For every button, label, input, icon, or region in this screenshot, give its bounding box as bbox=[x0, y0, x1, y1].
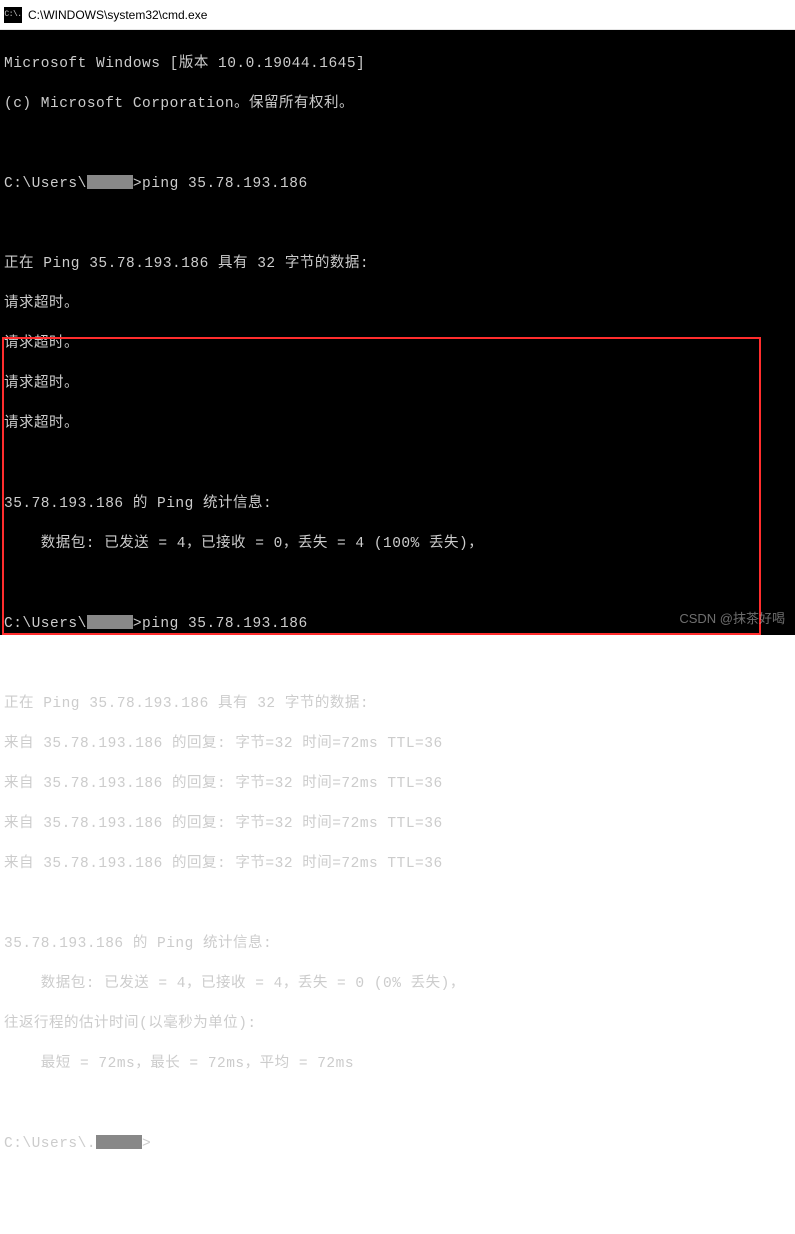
blank-line bbox=[4, 214, 795, 234]
cmd-icon: C:\. bbox=[4, 7, 22, 23]
blank-line bbox=[4, 1094, 795, 1114]
ping-stats-header-1: 35.78.193.186 的 Ping 统计信息: bbox=[4, 494, 795, 514]
version-line: Microsoft Windows [版本 10.0.19044.1645] bbox=[4, 54, 795, 74]
prompt-line-2: C:\Users\>ping 35.78.193.186 bbox=[4, 614, 795, 634]
blank-line bbox=[4, 894, 795, 914]
watermark: CSDN @抹茶好喝 bbox=[679, 609, 785, 629]
ping-stats-header-2: 35.78.193.186 的 Ping 统计信息: bbox=[4, 934, 795, 954]
window-title: C:\WINDOWS\system32\cmd.exe bbox=[28, 8, 207, 22]
redacted-username bbox=[87, 615, 133, 629]
blank-line bbox=[4, 574, 795, 594]
cmd-window: C:\. C:\WINDOWS\system32\cmd.exe Microso… bbox=[0, 0, 795, 635]
titlebar[interactable]: C:\. C:\WINDOWS\system32\cmd.exe bbox=[0, 0, 795, 30]
ping-reply: 来自 35.78.193.186 的回复: 字节=32 时间=72ms TTL=… bbox=[4, 814, 795, 834]
ping-stats-rtt-header: 往返行程的估计时间(以毫秒为单位): bbox=[4, 1014, 795, 1034]
ping-stats-rtt-values: 最短 = 72ms，最长 = 72ms，平均 = 72ms bbox=[4, 1054, 795, 1074]
prompt-line-1: C:\Users\>ping 35.78.193.186 bbox=[4, 174, 795, 194]
ping-timeout: 请求超时。 bbox=[4, 374, 795, 394]
ping-reply: 来自 35.78.193.186 的回复: 字节=32 时间=72ms TTL=… bbox=[4, 774, 795, 794]
ping-header-2: 正在 Ping 35.78.193.186 具有 32 字节的数据: bbox=[4, 694, 795, 714]
copyright-line: (c) Microsoft Corporation。保留所有权利。 bbox=[4, 94, 795, 114]
blank-line bbox=[4, 654, 795, 674]
ping-timeout: 请求超时。 bbox=[4, 414, 795, 434]
blank-line bbox=[4, 454, 795, 474]
ping-stats-packets-1: 数据包: 已发送 = 4，已接收 = 0，丢失 = 4 (100% 丢失)， bbox=[4, 534, 795, 554]
ping-timeout: 请求超时。 bbox=[4, 334, 795, 354]
ping-timeout: 请求超时。 bbox=[4, 294, 795, 314]
ping-reply: 来自 35.78.193.186 的回复: 字节=32 时间=72ms TTL=… bbox=[4, 734, 795, 754]
redacted-username bbox=[87, 175, 133, 189]
terminal-output[interactable]: Microsoft Windows [版本 10.0.19044.1645] (… bbox=[0, 30, 795, 635]
ping-stats-packets-2: 数据包: 已发送 = 4，已接收 = 4，丢失 = 0 (0% 丢失)， bbox=[4, 974, 795, 994]
ping-header-1: 正在 Ping 35.78.193.186 具有 32 字节的数据: bbox=[4, 254, 795, 274]
prompt-line-3: C:\Users\.> bbox=[4, 1134, 795, 1154]
redacted-username bbox=[96, 1135, 142, 1149]
blank-line bbox=[4, 134, 795, 154]
ping-reply: 来自 35.78.193.186 的回复: 字节=32 时间=72ms TTL=… bbox=[4, 854, 795, 874]
